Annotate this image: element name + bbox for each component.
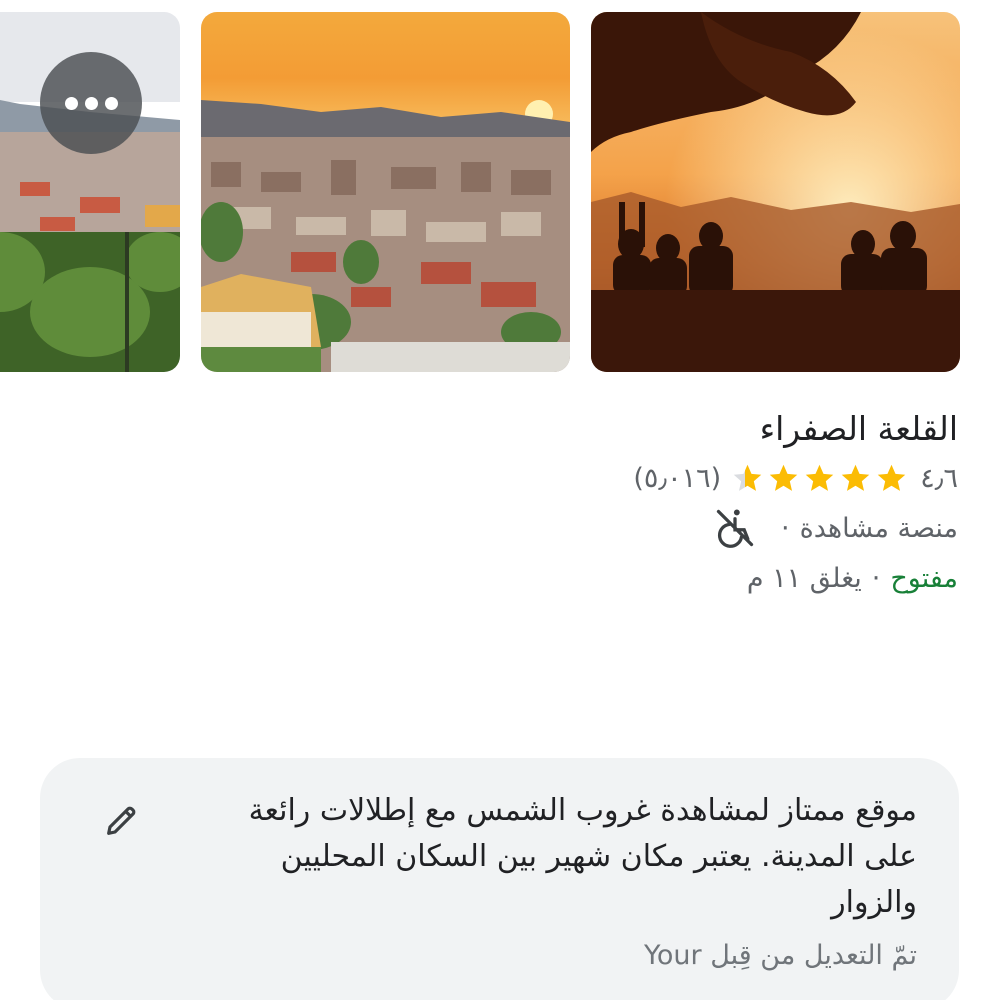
star-icon: [805, 464, 834, 491]
separator: ·: [871, 562, 881, 594]
star-icon: [877, 464, 906, 491]
closing-time: يغلق ١١ م: [746, 562, 862, 594]
note-card[interactable]: موقع ممتاز لمشاهدة غروب الشمس مع إطلالات…: [40, 758, 959, 1000]
edit-note-button[interactable]: [98, 796, 146, 844]
note-footer: تمّ التعديل من قِبل Your: [643, 940, 917, 971]
photo-sunset-people[interactable]: [591, 12, 960, 372]
photo-city-view[interactable]: [201, 12, 570, 372]
review-count[interactable]: (٥٫٠١٦): [633, 463, 721, 494]
place-panel: القلعة الصفراء ٤٫٦ (٥٫٠١٦) منصة مشاهدة ·…: [0, 0, 1000, 1000]
not-wheelchair-accessible-icon: [716, 509, 754, 548]
rating-stars: [731, 462, 908, 495]
place-name: القلعة الصفراء: [759, 409, 958, 448]
star-icon: [733, 464, 762, 491]
note-text: موقع ممتاز لمشاهدة غروب الشمس مع إطلالات…: [248, 793, 917, 920]
more-dot: [84, 96, 98, 110]
star-icon: [769, 464, 798, 491]
place-type: منصة مشاهدة: [799, 512, 958, 544]
star-icon: [841, 464, 870, 491]
more-dot: [104, 96, 118, 110]
place-info: القلعة الصفراء ٤٫٦ (٥٫٠١٦) منصة مشاهدة ·…: [258, 405, 958, 603]
more-photos-button[interactable]: [40, 52, 142, 154]
pencil-icon: [107, 806, 136, 835]
rating-row[interactable]: ٤٫٦ (٥٫٠١٦): [258, 453, 958, 503]
rating-value: ٤٫٦: [920, 462, 958, 494]
hours-row[interactable]: مفتوح · يغلق ١١ م: [258, 553, 958, 603]
more-horizontal-icon: [64, 96, 78, 110]
type-row: منصة مشاهدة ·: [258, 503, 958, 553]
open-status: مفتوح: [890, 562, 958, 594]
separator: ·: [780, 512, 790, 544]
